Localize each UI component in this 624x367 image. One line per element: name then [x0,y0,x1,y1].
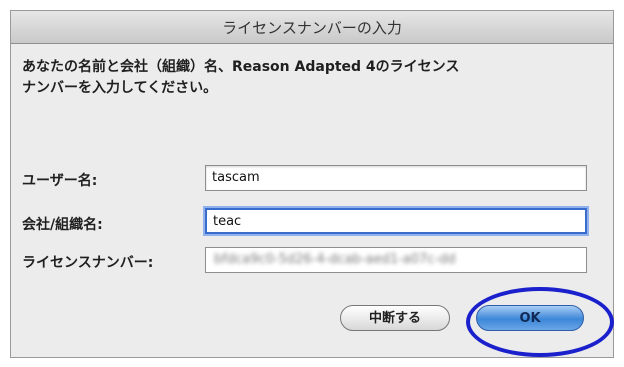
company-label: 会社/組織名: [22,217,103,233]
message-line-1: あなたの名前と会社（組織）名、Reason Adapted 4のライセンス [22,59,460,75]
ok-highlight-circle [466,287,614,357]
message-line-2: ナンバーを入力してください。 [22,80,218,96]
dialog-title: ライセンスナンバーの入力 [222,19,402,37]
dialog-titlebar[interactable]: ライセンスナンバーの入力 [11,11,613,44]
license-number-obscured-value: bfdca9c0-5d26-4-dcab-aed1-a07c-dd [214,252,456,267]
cancel-button[interactable]: 中断する [340,305,450,331]
license-number-label: ライセンスナンバー: [22,255,154,271]
company-field[interactable]: teac [205,208,587,234]
dialog-message: あなたの名前と会社（組織）名、Reason Adapted 4のライセンス ナン… [22,57,582,99]
user-name-label: ユーザー名: [22,173,98,189]
license-number-field[interactable]: bfdca9c0-5d26-4-dcab-aed1-a07c-dd [205,247,587,273]
user-name-field[interactable]: tascam [205,165,587,191]
